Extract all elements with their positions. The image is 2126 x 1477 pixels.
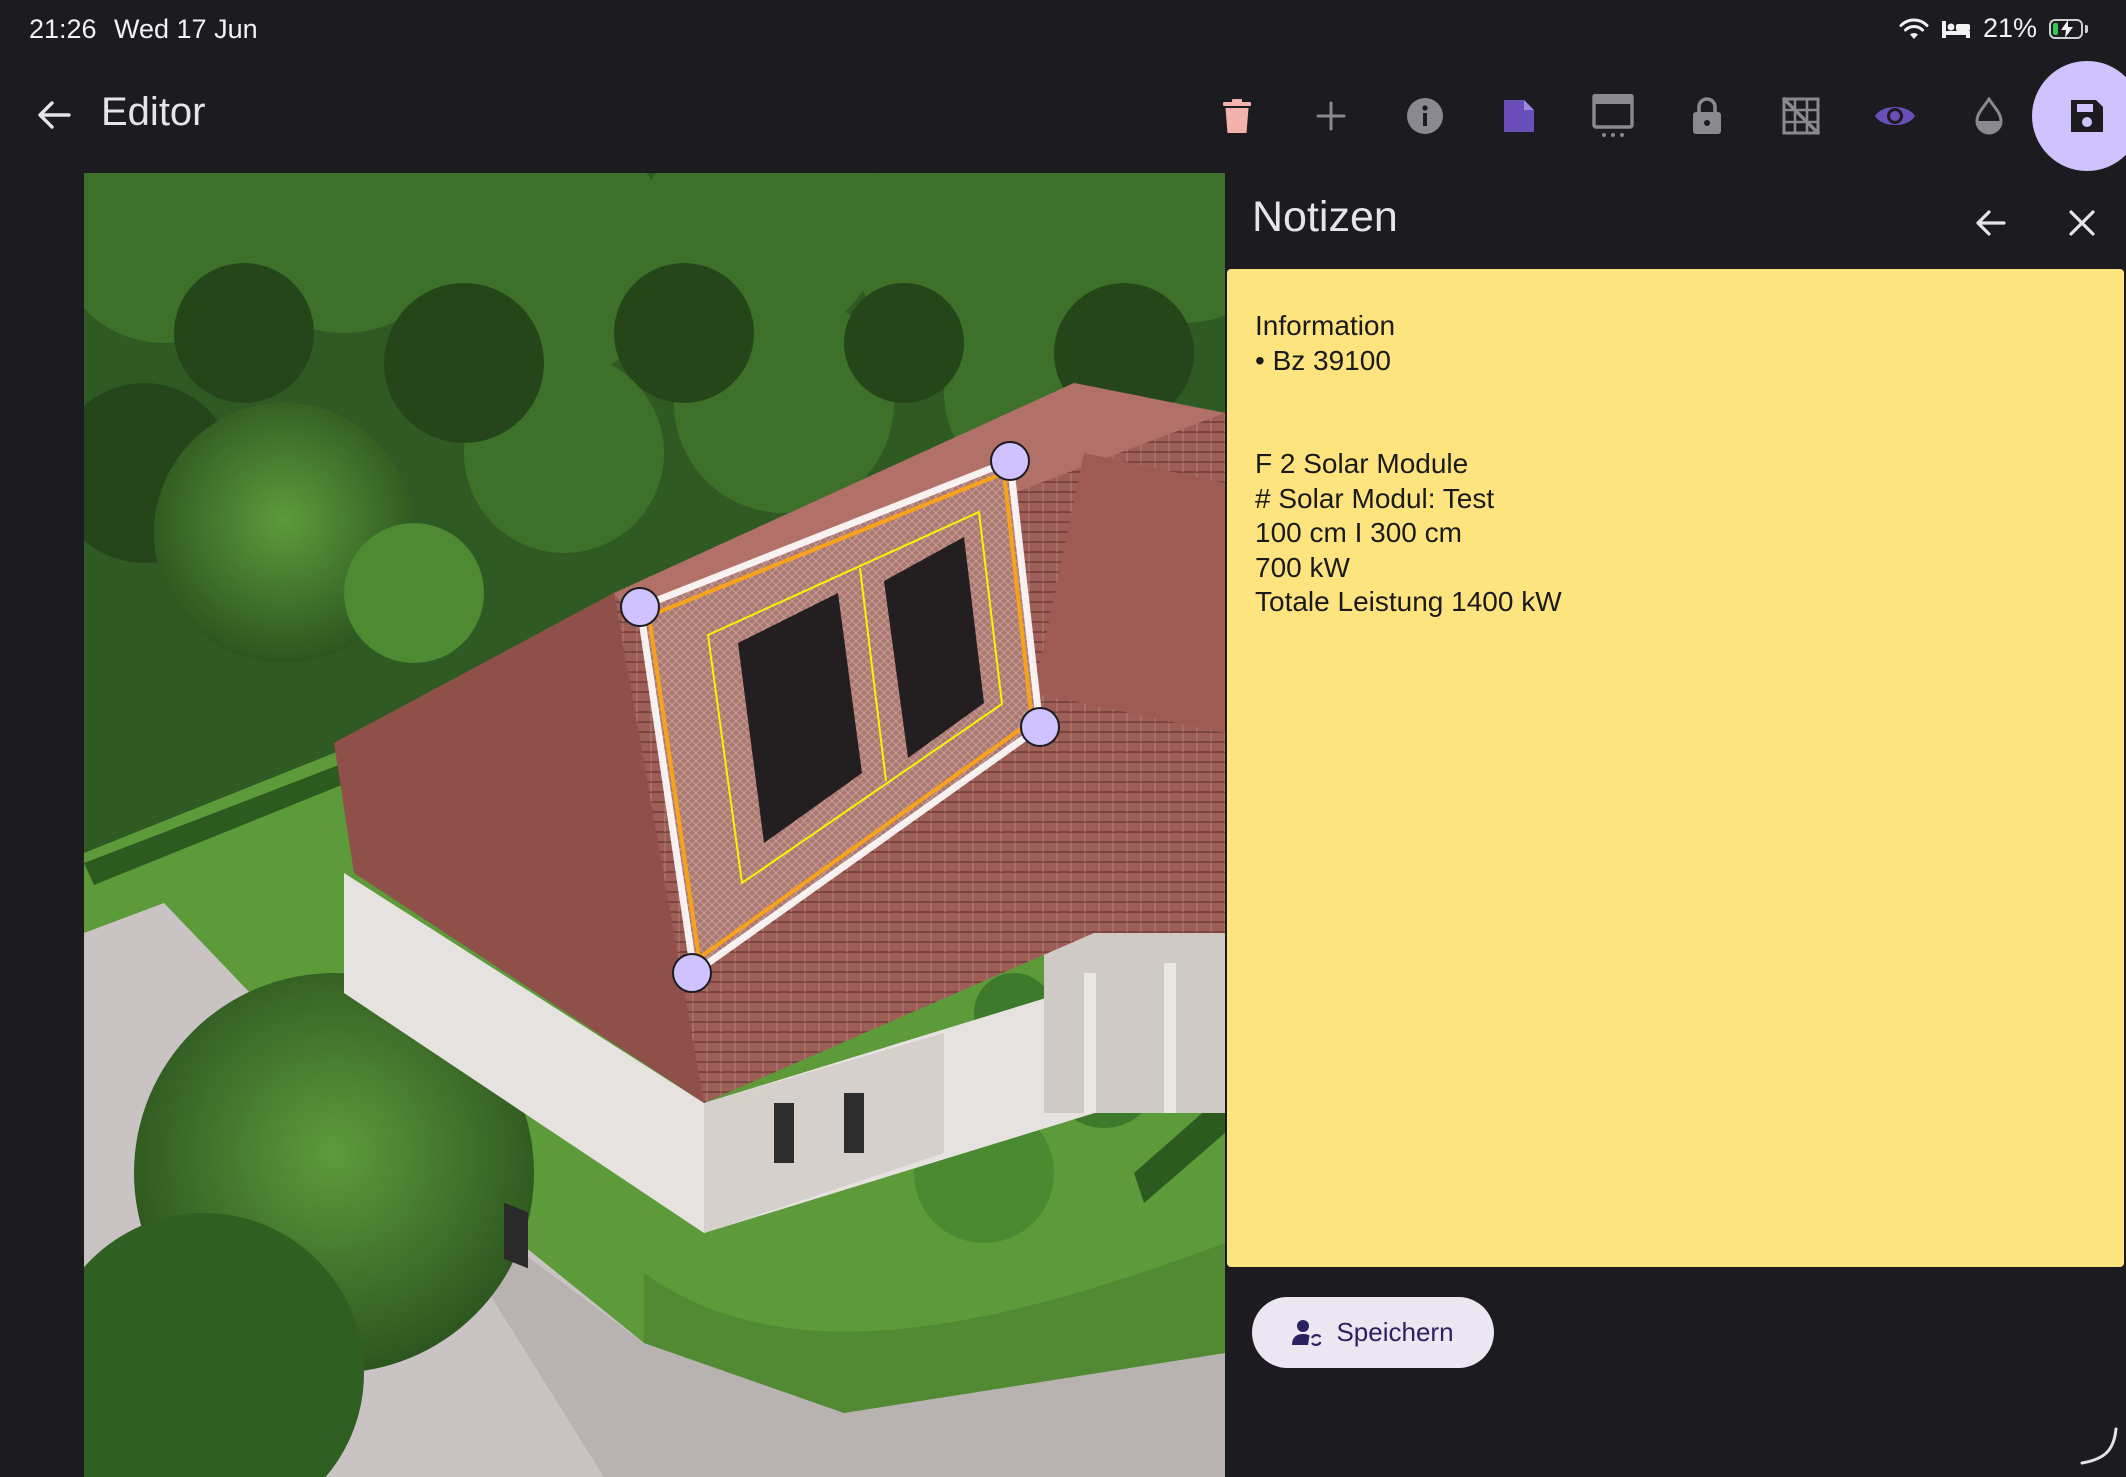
status-indicators: 21%: [1899, 13, 2088, 44]
note-text-area[interactable]: Information • Bz 39100 F 2 Solar Module …: [1227, 269, 2124, 1267]
battery-charging-icon: [2049, 18, 2088, 39]
visibility-icon: [1875, 106, 1915, 125]
arrow-back-icon: [1976, 210, 2006, 236]
notes-close-button[interactable]: [2054, 195, 2110, 251]
note-line: F 2 Solar Module: [1255, 448, 1469, 479]
note-line: • Bz 39100: [1255, 344, 1391, 376]
resize-handle-icon[interactable]: [2076, 1423, 2120, 1467]
aerial-house-image: [84, 173, 1225, 1477]
note-line: [1255, 378, 2096, 413]
back-button[interactable]: [30, 91, 78, 139]
note-line: Totale Leistung 1400 kW: [1255, 586, 1562, 617]
save-note-label: Speichern: [1336, 1317, 1454, 1347]
editor-canvas[interactable]: [84, 173, 1225, 1477]
opacity-icon: [1975, 96, 2003, 134]
lock-icon: [1693, 96, 1721, 134]
person-sync-icon: [1292, 1319, 1322, 1346]
polygon-vertex-handle[interactable]: [990, 441, 1030, 481]
polygon-vertex-handle[interactable]: [1020, 707, 1060, 747]
page-title: Editor: [101, 90, 206, 134]
add-button[interactable]: [1284, 69, 1378, 163]
sleep-mode-icon: [1941, 18, 1971, 40]
notes-title: Notizen: [1252, 193, 1398, 241]
notes-panel: Notizen Information • Bz 39100 F 2 Solar…: [1226, 173, 2126, 1477]
polygon-vertex-handle[interactable]: [620, 587, 660, 627]
delete-button[interactable]: [1190, 69, 1284, 163]
panel-menu-icon: [1592, 93, 1634, 137]
grid-toggle-button[interactable]: [1754, 69, 1848, 163]
info-icon: [1407, 97, 1443, 134]
arrow-back-icon: [38, 101, 71, 129]
save-note-button[interactable]: Speichern: [1252, 1297, 1494, 1368]
save-icon: [2071, 99, 2103, 132]
note-line: # Solar Modul: Test: [1255, 482, 1495, 514]
polygon-vertex-handle[interactable]: [672, 953, 712, 993]
close-icon: [2069, 210, 2095, 236]
note-icon: [1504, 99, 1534, 132]
app-bar: Editor: [0, 58, 2126, 173]
notes-back-button[interactable]: [1962, 195, 2018, 251]
visibility-button[interactable]: [1848, 69, 1942, 163]
battery-percent: 21%: [1982, 13, 2037, 43]
delete-icon: [1223, 98, 1251, 133]
note-button[interactable]: [1472, 69, 1566, 163]
opacity-button[interactable]: [1942, 69, 2036, 163]
status-time: 21:26: [29, 14, 97, 44]
add-icon: [1316, 101, 1346, 130]
status-date: Wed 17 Jun: [114, 14, 258, 44]
note-line: 700 kW: [1255, 551, 1350, 583]
grid-off-icon: [1781, 96, 1821, 135]
status-bar: 21:26 Wed 17 Jun 21%: [0, 0, 2126, 58]
wifi-icon: [1899, 17, 1929, 41]
note-line: 100 cm I 300 cm: [1255, 517, 1462, 548]
save-document-button[interactable]: [2032, 60, 2126, 171]
lock-button[interactable]: [1660, 69, 1754, 163]
info-button[interactable]: [1378, 69, 1472, 163]
editor-toolbar: [1190, 58, 2126, 173]
note-line: Information: [1255, 310, 1396, 341]
panel-menu-button[interactable]: [1566, 69, 1660, 163]
note-line: [1255, 413, 2096, 448]
